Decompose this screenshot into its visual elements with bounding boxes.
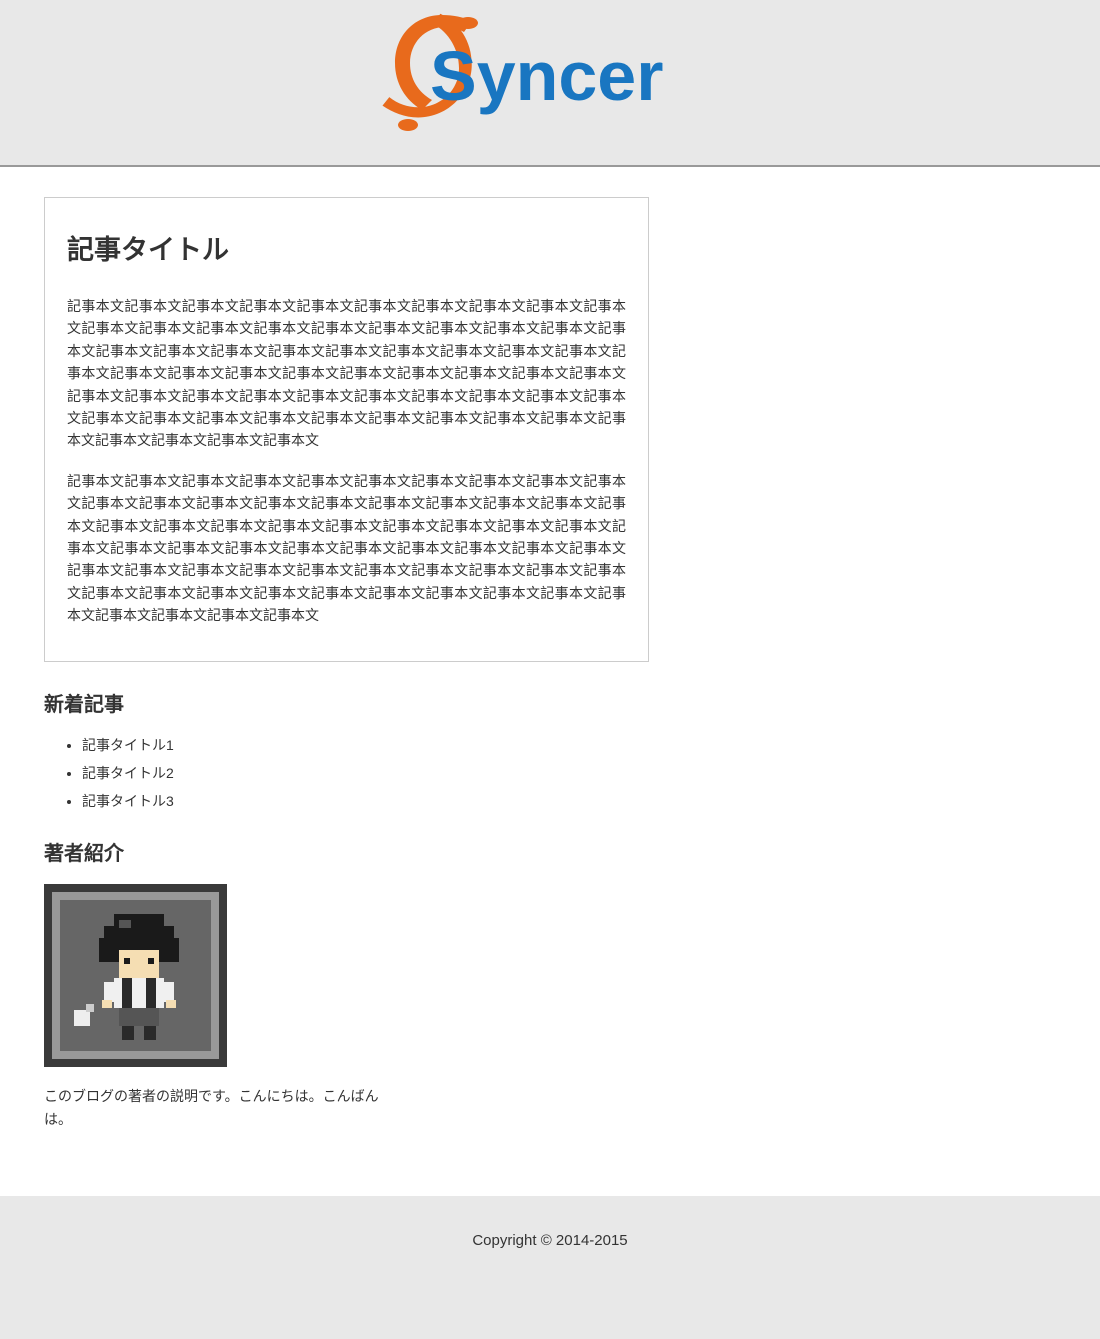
list-item-label: 記事タイトル3 [82, 793, 174, 809]
recent-heading: 新着記事 [44, 688, 384, 717]
recent-list: 記事タイトル1 記事タイトル2 記事タイトル3 [44, 735, 384, 811]
list-item-label: 記事タイトル1 [82, 737, 174, 753]
author-section: 著者紹介 [44, 837, 384, 1130]
author-description: このブログの著者の説明です。こんにちは。こんばんは。 [44, 1085, 384, 1130]
article-card: 記事タイトル 記事本文記事本文記事本文記事本文記事本文記事本文記事本文記事本文記… [44, 197, 649, 662]
article-paragraph: 記事本文記事本文記事本文記事本文記事本文記事本文記事本文記事本文記事本文記事本文… [67, 295, 626, 452]
site-header: Syncer [0, 0, 1100, 167]
article-paragraph: 記事本文記事本文記事本文記事本文記事本文記事本文記事本文記事本文記事本文記事本文… [67, 470, 626, 627]
author-avatar [44, 884, 227, 1067]
main-content: 記事タイトル 記事本文記事本文記事本文記事本文記事本文記事本文記事本文記事本文記… [0, 167, 1100, 1196]
list-item-label: 記事タイトル2 [82, 765, 174, 781]
copyright-text: Copyright © 2014-2015 [472, 1232, 627, 1249]
list-item[interactable]: 記事タイトル1 [82, 735, 384, 755]
site-footer: Copyright © 2014-2015 [0, 1196, 1100, 1339]
site-logo[interactable]: Syncer [370, 5, 730, 150]
recent-section: 新着記事 記事タイトル1 記事タイトル2 記事タイトル3 [44, 688, 384, 811]
article-title: 記事タイトル [67, 228, 626, 267]
list-item[interactable]: 記事タイトル2 [82, 763, 384, 783]
svg-text:Syncer: Syncer [430, 37, 663, 115]
list-item[interactable]: 記事タイトル3 [82, 791, 384, 811]
author-heading: 著者紹介 [44, 837, 384, 866]
